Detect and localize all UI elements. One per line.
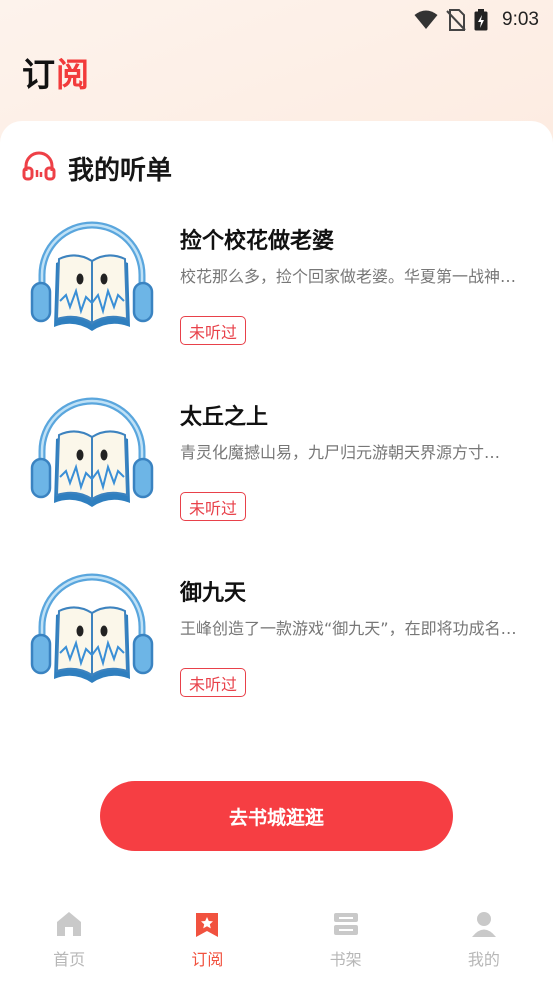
tab-bookshelf[interactable]: 书架: [301, 910, 391, 970]
book-list: 捡个校花做老婆 校花那么多，捡个回家做老婆。华夏第一战神… 未听过 太丘之上 青…: [0, 213, 553, 741]
book-description: 王峰创造了一款游戏“御九天”，在即将功成名就…: [180, 619, 530, 638]
headphones-icon: [22, 149, 56, 187]
tab-label: 书架: [329, 950, 362, 969]
tab-profile[interactable]: 我的: [439, 910, 529, 970]
page-title: 订阅: [22, 55, 90, 94]
battery-icon: [474, 9, 488, 31]
status-badge: 未听过: [180, 668, 247, 697]
status-time: 9:03: [502, 9, 539, 30]
subscribe-icon: [196, 913, 219, 937]
status-badge: 未听过: [180, 316, 247, 345]
book-cover-headphones-icon: [30, 397, 154, 507]
tab-label: 订阅: [191, 950, 224, 969]
list-item[interactable]: 御九天 王峰创造了一款游戏“御九天”，在即将功成名就… 未听过: [0, 565, 553, 741]
book-cover-headphones-icon: [30, 573, 154, 683]
section-title: 我的听单: [68, 155, 173, 186]
tab-home[interactable]: 首页: [24, 910, 114, 970]
book-title: 捡个校花做老婆: [180, 229, 335, 254]
book-title: 御九天: [180, 581, 247, 606]
tab-label: 首页: [53, 950, 86, 969]
book-cover-headphones-icon: [30, 221, 154, 331]
list-item[interactable]: 太丘之上 青灵化魔撼山易，九尸归元游朝天界源方寸… 未听过: [0, 389, 553, 565]
list-item[interactable]: 捡个校花做老婆 校花那么多，捡个回家做老婆。华夏第一战神… 未听过: [0, 213, 553, 389]
go-to-bookstore-button[interactable]: 去书城逛逛: [100, 781, 453, 851]
home-icon: [57, 912, 82, 936]
page-header: 订阅: [22, 50, 90, 94]
status-badge: 未听过: [180, 492, 247, 521]
tab-subscribe[interactable]: 订阅: [162, 910, 252, 970]
status-bar: 9:03: [0, 0, 553, 40]
tab-label: 我的: [467, 950, 500, 969]
wifi-icon: [414, 10, 438, 30]
listen-list-card: 我的听单 捡个校花做老婆 校花那么多，捡个回家做老婆。华夏第一战神… 未听过 太…: [0, 121, 553, 983]
book-description: 青灵化魔撼山易，九尸归元游朝天界源方寸…: [180, 443, 501, 462]
no-sim-icon: [446, 9, 466, 31]
section-header: 我的听单: [22, 149, 172, 187]
book-title: 太丘之上: [180, 405, 269, 430]
profile-icon: [471, 912, 496, 937]
book-description: 校花那么多，捡个回家做老婆。华夏第一战神…: [180, 267, 517, 286]
bottom-tab-bar: 首页 订阅 书架 我的: [0, 898, 553, 983]
bookshelf-icon: [333, 913, 358, 935]
